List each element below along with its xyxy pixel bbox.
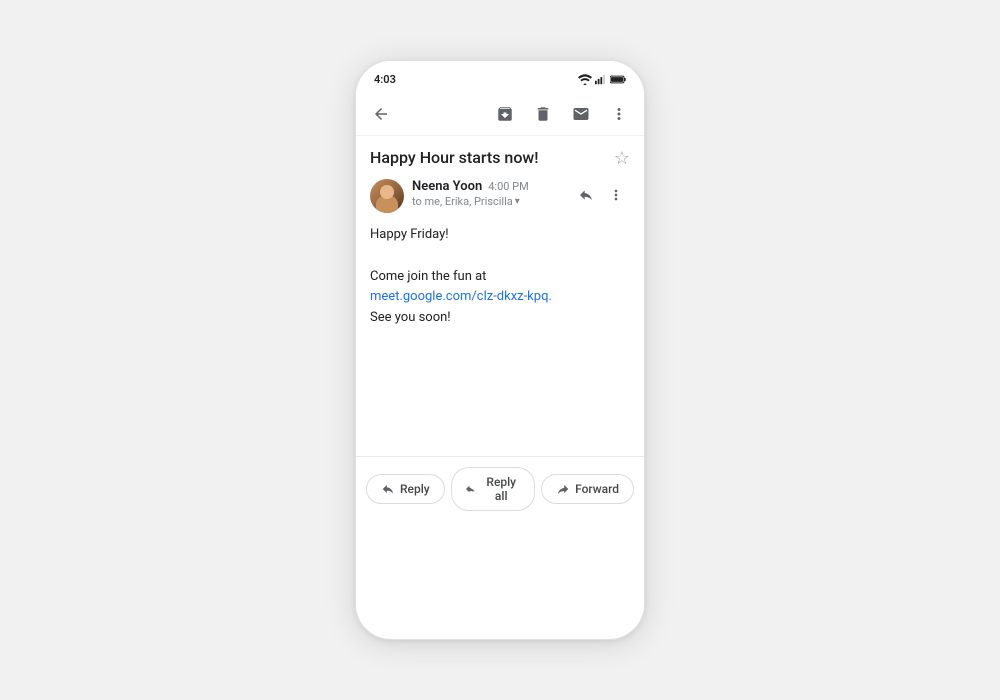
battery-icon: [610, 74, 626, 85]
archive-button[interactable]: [490, 99, 520, 129]
body-greeting: Happy Friday!: [370, 225, 630, 246]
forward-button[interactable]: Forward: [541, 474, 634, 504]
reply-label: Reply: [400, 482, 430, 496]
phone-shell: 4:03: [355, 60, 645, 640]
email-scroll-area: Happy Hour starts now! ☆ Neena Yoon 4:00…: [356, 136, 644, 456]
mark-unread-button[interactable]: [566, 99, 596, 129]
status-bar: 4:03: [356, 61, 644, 93]
forward-label: Forward: [575, 482, 619, 496]
body-line3: See you soon!: [370, 310, 451, 325]
status-icons: [578, 74, 626, 85]
status-time: 4:03: [374, 73, 396, 86]
email-subject-row: Happy Hour starts now! ☆: [370, 148, 630, 169]
sender-to-text: to me, Erika, Priscilla: [412, 195, 513, 208]
bottom-actions: Reply Reply all Forward: [356, 456, 644, 521]
meet-link[interactable]: meet.google.com/clz-dkxz-kpq.: [370, 289, 552, 304]
signal-icon: [595, 74, 607, 85]
star-button[interactable]: ☆: [614, 148, 630, 169]
sender-row: Neena Yoon 4:00 PM to me, Erika, Priscil…: [370, 179, 630, 213]
sender-info: Neena Yoon 4:00 PM to me, Erika, Priscil…: [412, 179, 564, 208]
reply-inline-button[interactable]: [572, 181, 600, 209]
delete-button[interactable]: [528, 99, 558, 129]
sender-actions: [572, 181, 630, 209]
email-container: Happy Hour starts now! ☆ Neena Yoon 4:00…: [356, 136, 644, 339]
back-button[interactable]: [366, 99, 396, 129]
reply-button[interactable]: Reply: [366, 474, 445, 504]
email-subject: Happy Hour starts now!: [370, 148, 539, 169]
reply-all-button[interactable]: Reply all: [451, 467, 535, 511]
sender-to[interactable]: to me, Erika, Priscilla ▾: [412, 195, 564, 208]
avatar-image: [370, 179, 404, 213]
more-options-button[interactable]: [604, 99, 634, 129]
avatar: [370, 179, 404, 213]
body-invite: Come join the fun at meet.google.com/clz…: [370, 267, 630, 329]
phone-inner: 4:03: [356, 61, 644, 639]
sender-name-row: Neena Yoon 4:00 PM: [412, 179, 564, 194]
chevron-down-icon[interactable]: ▾: [515, 196, 520, 207]
sender-time: 4:00 PM: [488, 180, 528, 193]
sender-name: Neena Yoon: [412, 179, 482, 194]
wifi-icon: [578, 74, 592, 85]
more-inline-button[interactable]: [602, 181, 630, 209]
email-body: Happy Friday! Come join the fun at meet.…: [370, 225, 630, 339]
toolbar: [356, 93, 644, 136]
body-line2: Come join the fun at: [370, 269, 486, 284]
reply-all-label: Reply all: [482, 475, 520, 503]
